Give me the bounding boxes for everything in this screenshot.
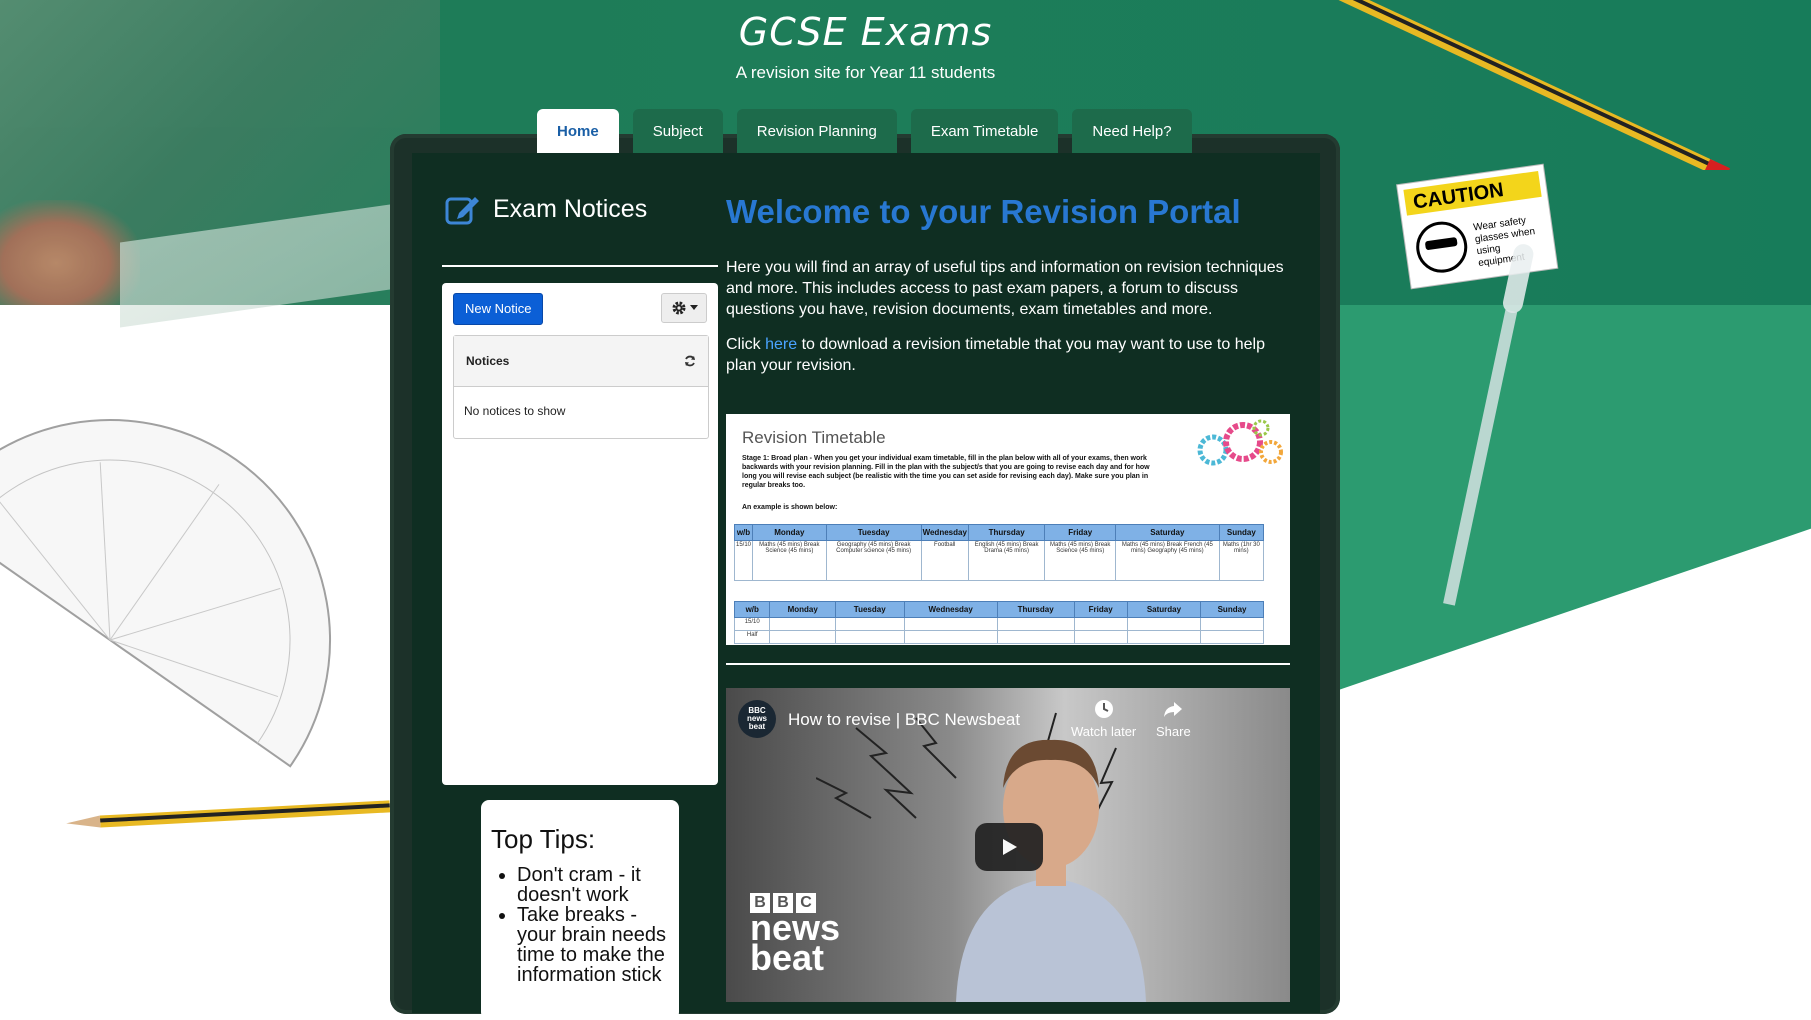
tab-exam-timetable[interactable]: Exam Timetable: [910, 109, 1059, 153]
tab-subject[interactable]: Subject: [632, 109, 723, 153]
table-row: w/b Monday Tuesday Wednesday Thursday Fr…: [733, 524, 1265, 541]
table-cell: Half: [733, 630, 771, 644]
table-cell: Football: [920, 540, 969, 581]
video-title[interactable]: How to revise | BBC Newsbeat: [788, 710, 1020, 730]
welcome-heading: Welcome to your Revision Portal: [726, 193, 1241, 230]
table-cell: Geography (45 mins) Break Computer scien…: [825, 540, 922, 581]
play-icon: [1003, 839, 1017, 855]
table-header: Friday: [1044, 524, 1116, 541]
watch-later-button[interactable]: Watch later: [1071, 698, 1136, 739]
table-header: Friday: [1073, 601, 1128, 618]
notices-box: Notices No notices to show: [453, 335, 709, 439]
download-paragraph: Click here to download a revision timeta…: [726, 334, 1291, 376]
site-title: GCSE Exams: [738, 10, 993, 54]
table-header: Sunday: [1200, 601, 1264, 618]
blank-timetable: w/b Monday Tuesday Wednesday Thursday Fr…: [733, 601, 1264, 644]
table-row: 15/10: [733, 617, 1264, 631]
table-cell: 15/10: [733, 617, 771, 631]
timetable-example-label: An example is shown below:: [742, 504, 838, 511]
channel-avatar[interactable]: BBC news beat: [738, 700, 776, 738]
share-button[interactable]: Share: [1156, 698, 1191, 739]
table-row: Half: [733, 630, 1264, 644]
table-cell: Maths (1hr 30 mins): [1218, 540, 1265, 581]
site-subtitle: A revision site for Year 11 students: [735, 63, 996, 82]
tab-revision-planning[interactable]: Revision Planning: [736, 109, 897, 153]
timetable-title: Revision Timetable: [742, 428, 886, 447]
notices-panel: New Notice Notices No notices to show: [442, 283, 718, 785]
new-notice-button[interactable]: New Notice: [453, 293, 544, 325]
table-header: w/b: [733, 524, 754, 541]
notices-empty-text: No notices to show: [464, 404, 566, 418]
watch-later-label: Watch later: [1071, 724, 1137, 739]
play-button[interactable]: [975, 823, 1043, 871]
tip-item: Take breaks - your brain needs time to m…: [517, 905, 669, 985]
clock-icon: [1094, 700, 1113, 718]
download-text-after: to download a revision timetable that yo…: [726, 336, 1265, 374]
settings-button[interactable]: [661, 293, 707, 323]
protractor-icon: [0, 419, 331, 768]
notices-label: Notices: [466, 354, 510, 368]
download-timetable-link[interactable]: here: [765, 336, 797, 353]
table-header: Thursday: [967, 524, 1046, 541]
share-icon: [1164, 702, 1183, 717]
table-row: 15/10 Maths (45 mins) Break Science (45 …: [733, 540, 1265, 581]
tab-need-help[interactable]: Need Help?: [1072, 109, 1192, 153]
tab-home[interactable]: Home: [537, 109, 619, 153]
edit-icon: [445, 197, 479, 225]
main-nav: Home Subject Revision Planning Exam Time…: [537, 109, 1192, 153]
example-timetable: w/b Monday Tuesday Wednesday Thursday Fr…: [733, 524, 1265, 581]
intro-paragraph: Here you will find an array of useful ti…: [726, 259, 1284, 318]
table-cell: Maths (45 mins) Break Science (45 mins): [752, 540, 827, 581]
gears-icon: [1197, 419, 1283, 466]
table-header: Monday: [752, 524, 827, 541]
table-header: Tuesday: [825, 524, 922, 541]
gear-icon: [672, 301, 685, 315]
pipette-icon: [1443, 244, 1534, 606]
table-cell: 15/10: [733, 540, 754, 581]
refresh-icon[interactable]: [684, 355, 696, 367]
table-header: Tuesday: [834, 601, 905, 618]
pencil-bottom-left-icon: [66, 800, 390, 828]
table-cell: English (45 mins) Break Drama (45 mins): [967, 540, 1046, 581]
timetable-instructions: Stage 1: Broad plan - When you get your …: [742, 455, 1150, 489]
table-header: Wednesday: [903, 601, 998, 618]
bbc-newsbeat-logo: BBC news beat: [750, 893, 840, 976]
divider: [726, 663, 1290, 665]
table-header: w/b: [733, 601, 771, 618]
notices-header: Notices: [454, 336, 708, 387]
caret-down-icon: [689, 305, 698, 310]
top-tips-card: Top Tips: Don't cram - it doesn't work T…: [481, 800, 679, 1020]
intro-text: Here you will find an array of useful ti…: [726, 257, 1291, 390]
tip-item: Don't cram - it doesn't work: [517, 865, 669, 905]
share-label: Share: [1156, 724, 1191, 739]
divider: [442, 265, 718, 267]
photo-hand: [0, 200, 140, 305]
top-tips-heading: Top Tips:: [491, 824, 596, 854]
table-cell: Maths (45 mins) Break French (45 mins) G…: [1115, 540, 1220, 581]
download-text-before: Click: [726, 336, 766, 353]
table-cell: Maths (45 mins) Break Science (45 mins): [1044, 540, 1116, 581]
table-header: Thursday: [996, 601, 1075, 618]
video-player[interactable]: BBC news beat How to revise | BBC Newsbe…: [726, 688, 1290, 1002]
table-header: Saturday: [1126, 601, 1202, 618]
table-header: Wednesday: [920, 524, 969, 541]
table-header: Saturday: [1115, 524, 1220, 541]
exam-notices-heading: Exam Notices: [445, 193, 647, 225]
table-row: w/b Monday Tuesday Wednesday Thursday Fr…: [733, 601, 1264, 618]
table-header: Sunday: [1218, 524, 1265, 541]
revision-timetable-image: Revision Timetable Stage 1: Broad plan -…: [726, 414, 1290, 645]
top-tips-list: Don't cram - it doesn't work Take breaks…: [491, 865, 669, 985]
exam-notices-title: Exam Notices: [493, 194, 648, 223]
table-header: Monday: [769, 601, 836, 618]
